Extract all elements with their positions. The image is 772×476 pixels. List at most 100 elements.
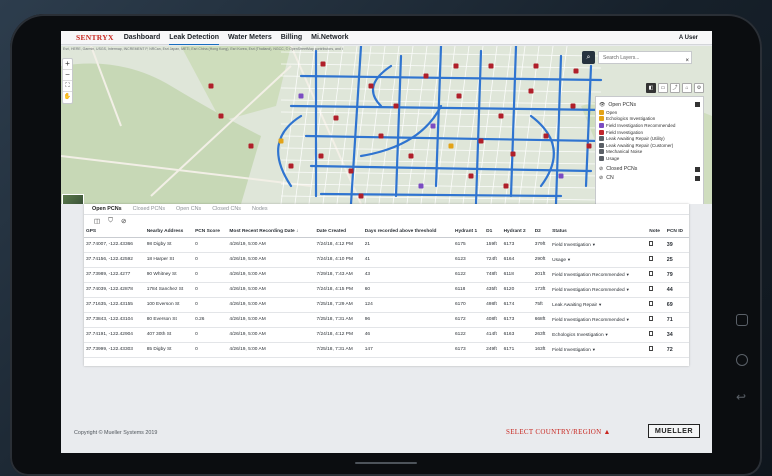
- pcn-marker[interactable]: [528, 88, 534, 94]
- note-icon[interactable]: [649, 241, 654, 246]
- nav-mi-network[interactable]: Mi.Network: [311, 32, 348, 43]
- filter-icon[interactable]: ⛉: [108, 217, 113, 225]
- table-row[interactable]: 37.73999, -122.43303 85 Digby St 0 4/26/19,…: [84, 342, 689, 358]
- table-row[interactable]: 37.74156, -122.42592 18 Harper St 0 4/26/19…: [84, 252, 689, 268]
- pcn-marker[interactable]: [288, 163, 294, 169]
- pcn-marker[interactable]: [320, 61, 326, 67]
- chevron-down-icon[interactable]: ▼: [605, 332, 609, 337]
- pcn-marker[interactable]: [218, 113, 224, 119]
- note-icon[interactable]: [649, 331, 654, 336]
- lock-icon[interactable]: ⌂: [682, 83, 692, 93]
- note-icon[interactable]: [649, 301, 654, 306]
- nav-water-meters[interactable]: Water Meters: [228, 32, 272, 43]
- close-icon[interactable]: ×: [685, 55, 689, 67]
- pcn-marker[interactable]: [298, 93, 304, 99]
- tablet-back-button[interactable]: ↩: [736, 391, 748, 404]
- pcn-marker[interactable]: [418, 183, 424, 189]
- settings-icon[interactable]: ⚙: [694, 83, 704, 93]
- tab-nodes[interactable]: Nodes: [252, 206, 268, 212]
- table-row[interactable]: 37.74007, -122.43366 98 Digby St 0 4/26/19,…: [84, 237, 689, 253]
- note-icon[interactable]: [649, 256, 654, 261]
- cell-status[interactable]: Echologics Investigation▼: [550, 327, 648, 343]
- table-row[interactable]: 37.71635, -122.43155 100 Everson St 0 4/26/…: [84, 297, 689, 313]
- chevron-down-icon[interactable]: ▼: [567, 257, 571, 262]
- cell-status[interactable]: Leak Awaiting Repair▼: [550, 297, 648, 313]
- cell-note[interactable]: [647, 252, 665, 268]
- pcn-marker[interactable]: [498, 113, 504, 119]
- zoom-out-button[interactable]: −: [63, 70, 72, 81]
- cell-status[interactable]: Field Investigation Recommended▼: [550, 282, 648, 298]
- pcn-marker[interactable]: [453, 63, 459, 69]
- cell-status[interactable]: Field Investigation Recommended▼: [550, 267, 648, 283]
- column-header[interactable]: Hydrant 1: [452, 226, 485, 238]
- chevron-down-icon[interactable]: ▼: [626, 317, 630, 322]
- tablet-home-button[interactable]: [736, 354, 748, 366]
- cell-status[interactable]: Field Investigation▼: [550, 342, 648, 358]
- tab-open-pcns[interactable]: Open PCNs: [92, 206, 122, 212]
- pcn-marker[interactable]: [368, 83, 374, 89]
- pcn-marker[interactable]: [468, 173, 474, 179]
- pcn-marker[interactable]: [348, 168, 354, 174]
- layer-checkbox[interactable]: [695, 166, 700, 172]
- pcn-marker[interactable]: [393, 103, 399, 109]
- chevron-down-icon[interactable]: ▼: [626, 287, 630, 292]
- column-header[interactable]: Note: [647, 226, 665, 238]
- search-icon[interactable]: ⌕: [582, 51, 595, 64]
- legend-open-pcns[interactable]: 👁 Open PCNs: [599, 100, 700, 109]
- table-row[interactable]: 37.74191, -122.42904 407 30th St 0 4/26/19,…: [84, 327, 689, 343]
- fullscreen-button[interactable]: ⛶: [63, 81, 72, 92]
- pcn-marker[interactable]: [543, 133, 549, 139]
- legend-cn[interactable]: ⊘ CN: [599, 174, 700, 183]
- pcn-marker[interactable]: [570, 103, 576, 109]
- chevron-down-icon[interactable]: ▼: [598, 302, 602, 307]
- pcn-marker[interactable]: [478, 138, 484, 144]
- column-header[interactable]: D2: [532, 226, 551, 238]
- cell-note[interactable]: [647, 297, 665, 313]
- tab-open-cns[interactable]: Open CNs: [176, 206, 201, 212]
- user-menu[interactable]: A User: [679, 35, 698, 41]
- pcn-marker[interactable]: [378, 133, 384, 139]
- column-header[interactable]: Hydrant 2: [501, 226, 533, 238]
- nav-billing[interactable]: Billing: [281, 32, 302, 43]
- basemap-toggle[interactable]: [62, 194, 84, 204]
- document-icon[interactable]: ▭: [658, 83, 668, 93]
- map-view[interactable]: Esri, HERE, Garmin, USGS, Intermap, INCR…: [61, 46, 712, 204]
- table-row[interactable]: 37.73843, -122.43104 80 Everson St 0.26 4/2…: [84, 312, 689, 328]
- pcn-marker[interactable]: [278, 138, 284, 144]
- nav-dashboard[interactable]: Dashboard: [124, 32, 161, 43]
- note-icon[interactable]: [649, 346, 654, 351]
- cell-note[interactable]: [647, 327, 665, 343]
- table-row[interactable]: 37.73989, -122.4277 90 Whitney St 0 4/26/19…: [84, 267, 689, 283]
- legend-closed-pcns[interactable]: ⊘ Closed PCNs: [599, 165, 700, 174]
- chevron-down-icon[interactable]: ▼: [592, 347, 596, 352]
- column-header[interactable]: PCN ID: [664, 226, 689, 238]
- pcn-marker[interactable]: [248, 143, 254, 149]
- pcn-marker[interactable]: [318, 153, 324, 159]
- column-header[interactable]: Most Recent Recording Date ↓: [227, 226, 315, 238]
- chevron-down-icon[interactable]: ▼: [592, 242, 596, 247]
- note-icon[interactable]: [649, 316, 654, 321]
- table-row[interactable]: 37.74039, -122.42878 1784 Sanchez St 0 4/26…: [84, 282, 689, 298]
- cell-note[interactable]: [647, 267, 665, 283]
- share-icon[interactable]: ⤴: [670, 83, 680, 93]
- note-icon[interactable]: [649, 286, 654, 291]
- cell-note[interactable]: [647, 282, 665, 298]
- cell-note[interactable]: [647, 312, 665, 328]
- eye-off-icon[interactable]: ⊘: [599, 175, 603, 181]
- layer-checkbox[interactable]: [695, 175, 700, 181]
- pcn-marker[interactable]: [586, 143, 592, 149]
- pcn-marker[interactable]: [558, 173, 564, 179]
- pcn-marker[interactable]: [358, 193, 364, 199]
- cell-note[interactable]: [647, 237, 665, 253]
- brand-logo[interactable]: SENTRYX: [76, 33, 114, 42]
- eye-icon[interactable]: 👁: [599, 102, 605, 108]
- pcn-marker[interactable]: [408, 153, 414, 159]
- pcn-marker[interactable]: [456, 93, 462, 99]
- tab-closed-pcns[interactable]: Closed PCNs: [133, 206, 165, 212]
- pcn-marker[interactable]: [533, 63, 539, 69]
- country-region-selector[interactable]: SELECT COUNTRY/REGION ▲: [506, 428, 611, 436]
- clear-filter-icon[interactable]: ⊘: [121, 217, 126, 225]
- locate-button[interactable]: ✋: [63, 92, 72, 103]
- layer-search-input[interactable]: Search Layers... ×: [598, 51, 692, 64]
- nav-leak-detection[interactable]: Leak Detection: [169, 32, 219, 45]
